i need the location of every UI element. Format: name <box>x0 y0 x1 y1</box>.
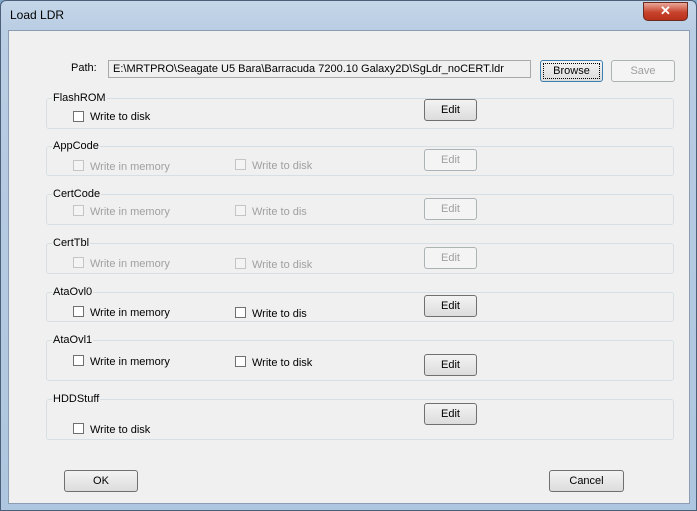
ataovl1-edit-button[interactable]: Edit <box>424 354 477 376</box>
ataovl0-write-disk-checkbox[interactable] <box>235 307 246 318</box>
path-value: E:\MRTPRO\Seagate U5 Bara\Barracuda 7200… <box>113 63 504 75</box>
appcode-write-disk-label: Write to disk <box>252 160 313 172</box>
certtbl-write-disk-label: Write to disk <box>252 259 313 271</box>
group-label-hddstuff: HDDStuff <box>52 393 101 405</box>
group-label-flashrom: FlashROM <box>52 92 107 104</box>
certcode-write-disk-checkbox[interactable] <box>235 205 246 216</box>
ataovl0-write-memory-checkbox[interactable] <box>73 306 84 317</box>
path-label: Path: <box>71 62 97 74</box>
group-label-certcode: CertCode <box>52 188 102 200</box>
ok-button[interactable]: OK <box>64 470 138 492</box>
certcode-write-memory-checkbox[interactable] <box>73 205 84 216</box>
browse-button[interactable]: Browse <box>540 60 603 82</box>
certtbl-edit-button[interactable]: Edit <box>424 247 477 269</box>
ataovl0-edit-button[interactable]: Edit <box>424 295 477 317</box>
certtbl-write-disk-checkbox[interactable] <box>235 258 246 269</box>
certtbl-write-memory-checkbox[interactable] <box>73 257 84 268</box>
certcode-edit-button[interactable]: Edit <box>424 198 477 220</box>
path-field[interactable]: E:\MRTPRO\Seagate U5 Bara\Barracuda 7200… <box>108 60 531 78</box>
appcode-write-disk-checkbox[interactable] <box>235 159 246 170</box>
ataovl1-write-disk-label: Write to disk <box>252 357 313 369</box>
hddstuff-edit-button[interactable]: Edit <box>424 403 477 425</box>
window-title: Load LDR <box>10 8 65 22</box>
ataovl1-write-memory-label: Write in memory <box>90 356 170 368</box>
group-label-ataovl1: AtaOvl1 <box>52 334 94 346</box>
dialog-body: Path: E:\MRTPRO\Seagate U5 Bara\Barracud… <box>8 30 690 504</box>
ataovl0-write-disk-label: Write to dis <box>252 308 307 320</box>
certtbl-write-memory-label: Write in memory <box>90 258 170 270</box>
close-button[interactable]: ✕ <box>643 2 688 21</box>
certcode-write-memory-label: Write in memory <box>90 206 170 218</box>
ataovl1-write-disk-checkbox[interactable] <box>235 356 246 367</box>
flashrom-write-disk-checkbox[interactable] <box>73 111 84 122</box>
group-label-certtbl: CertTbl <box>52 237 91 249</box>
group-label-ataovl0: AtaOvl0 <box>52 286 94 298</box>
ataovl0-write-memory-label: Write in memory <box>90 307 170 319</box>
group-label-appcode: AppCode <box>52 140 100 152</box>
flashrom-write-disk-label: Write to disk <box>90 111 151 123</box>
appcode-write-memory-checkbox[interactable] <box>73 160 84 171</box>
appcode-edit-button[interactable]: Edit <box>424 149 477 171</box>
certcode-write-disk-label: Write to dis <box>252 206 307 218</box>
hddstuff-write-disk-checkbox[interactable] <box>73 423 84 434</box>
flashrom-edit-button[interactable]: Edit <box>424 99 477 121</box>
ataovl1-write-memory-checkbox[interactable] <box>73 355 84 366</box>
hddstuff-write-disk-label: Write to disk <box>90 424 151 436</box>
cancel-button[interactable]: Cancel <box>549 470 624 492</box>
appcode-write-memory-label: Write in memory <box>90 161 170 173</box>
close-icon: ✕ <box>660 3 671 18</box>
save-button[interactable]: Save <box>611 60 675 82</box>
load-ldr-dialog: Load LDR ✕ Path: E:\MRTPRO\Seagate U5 Ba… <box>0 0 697 511</box>
